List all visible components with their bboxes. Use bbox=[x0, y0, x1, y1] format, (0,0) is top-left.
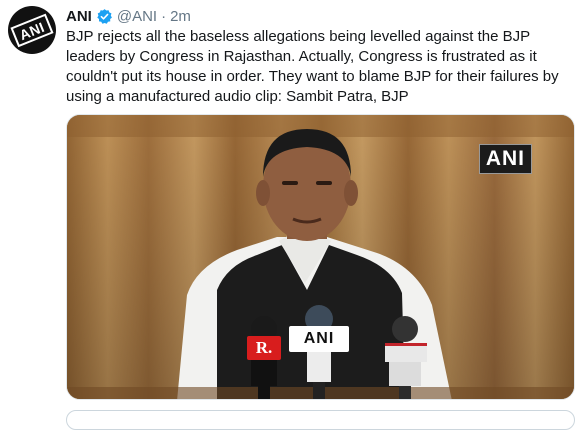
avatar-logo: ANI bbox=[10, 13, 54, 47]
mic-flag-center: ANI bbox=[289, 326, 349, 352]
author-handle[interactable]: @ANI bbox=[117, 8, 157, 25]
mic-flag-left: R. bbox=[247, 336, 281, 360]
mic-flag-right bbox=[385, 343, 427, 362]
ani-watermark: ANI bbox=[478, 144, 532, 174]
tweet-header: ANI @ANI · 2m bbox=[66, 5, 191, 27]
verified-badge-icon bbox=[97, 8, 112, 24]
next-card-edge bbox=[66, 410, 575, 430]
avatar[interactable]: ANI bbox=[8, 6, 56, 54]
tweet-media-image[interactable]: ANI R. ANI bbox=[66, 114, 575, 400]
separator-dot: · bbox=[161, 7, 167, 25]
author-name[interactable]: ANI bbox=[66, 8, 92, 25]
tweet-timestamp[interactable]: 2m bbox=[170, 8, 191, 25]
tweet-text: BJP rejects all the baseless allegations… bbox=[66, 28, 559, 105]
